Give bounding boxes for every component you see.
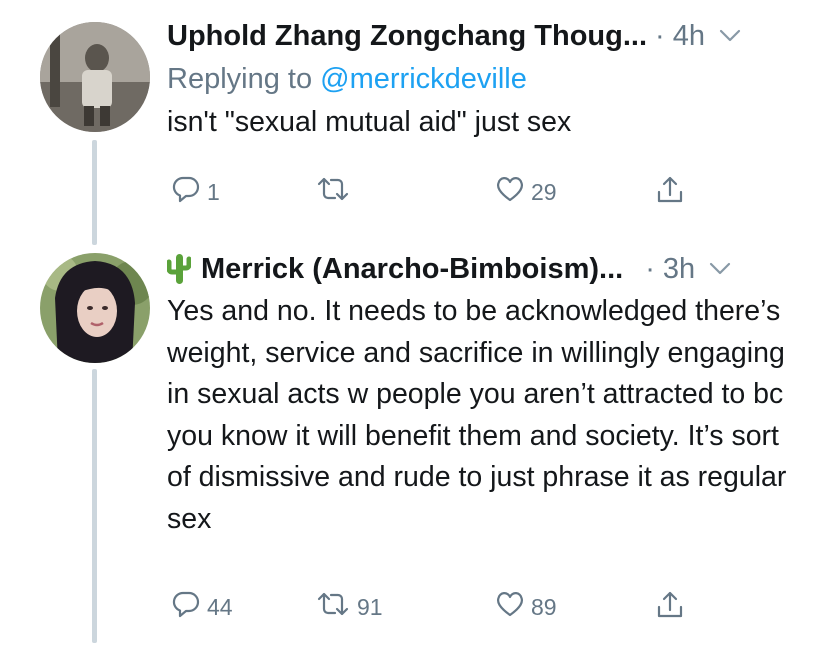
- thread-line: [92, 140, 97, 245]
- tweet-text: Yes and no. It needs to be acknowledged …: [167, 295, 787, 535]
- share-icon: [655, 174, 685, 212]
- retweet-button[interactable]: 91: [315, 589, 383, 625]
- like-count: 29: [531, 178, 557, 205]
- share-icon: [655, 589, 685, 627]
- tweet-actions: 1 29: [167, 174, 727, 214]
- mention-link[interactable]: @merrickdeville: [320, 63, 527, 95]
- replying-to: Replying to @merrickdeville: [167, 58, 798, 100]
- heart-icon: [495, 174, 525, 210]
- timestamp[interactable]: · 3h: [645, 253, 695, 286]
- timestamp[interactable]: · 4h: [655, 20, 705, 53]
- like-button[interactable]: 89: [495, 589, 557, 625]
- reply-icon: [171, 174, 201, 210]
- cactus-icon: [167, 252, 191, 286]
- reply-button[interactable]: 44: [171, 589, 233, 625]
- reply-button[interactable]: 1: [171, 174, 220, 210]
- like-count: 89: [531, 593, 557, 620]
- replying-prefix: Replying to: [167, 63, 313, 95]
- share-button[interactable]: [655, 589, 685, 627]
- retweet-button[interactable]: [315, 174, 357, 210]
- share-button[interactable]: [655, 174, 685, 212]
- thread-line: [92, 369, 97, 643]
- like-button[interactable]: 29: [495, 174, 557, 210]
- avatar[interactable]: [40, 253, 150, 363]
- reply-icon: [171, 589, 201, 625]
- retweet-icon: [315, 174, 351, 210]
- chevron-down-icon[interactable]: [709, 262, 731, 276]
- tweet-text: isn't "sexual mutual aid" just sex: [167, 106, 572, 138]
- reply-count: 44: [207, 593, 233, 620]
- reply-count: 1: [207, 178, 220, 205]
- chevron-down-icon[interactable]: [719, 29, 741, 43]
- retweet-icon: [315, 589, 351, 625]
- tweet[interactable]: Merrick (Anarcho-Bimboism)... · 3h Yes a…: [0, 245, 828, 647]
- tweet[interactable]: Uphold Zhang Zongchang Thoug... · 4h Rep…: [0, 0, 828, 245]
- author-name[interactable]: Uphold Zhang Zongchang Thoug...: [167, 20, 647, 53]
- author-name[interactable]: Merrick (Anarcho-Bimboism)...: [201, 253, 623, 286]
- retweet-count: 91: [357, 593, 383, 620]
- heart-icon: [495, 589, 525, 625]
- avatar[interactable]: [40, 22, 150, 132]
- tweet-actions: 44 91 89: [167, 589, 727, 629]
